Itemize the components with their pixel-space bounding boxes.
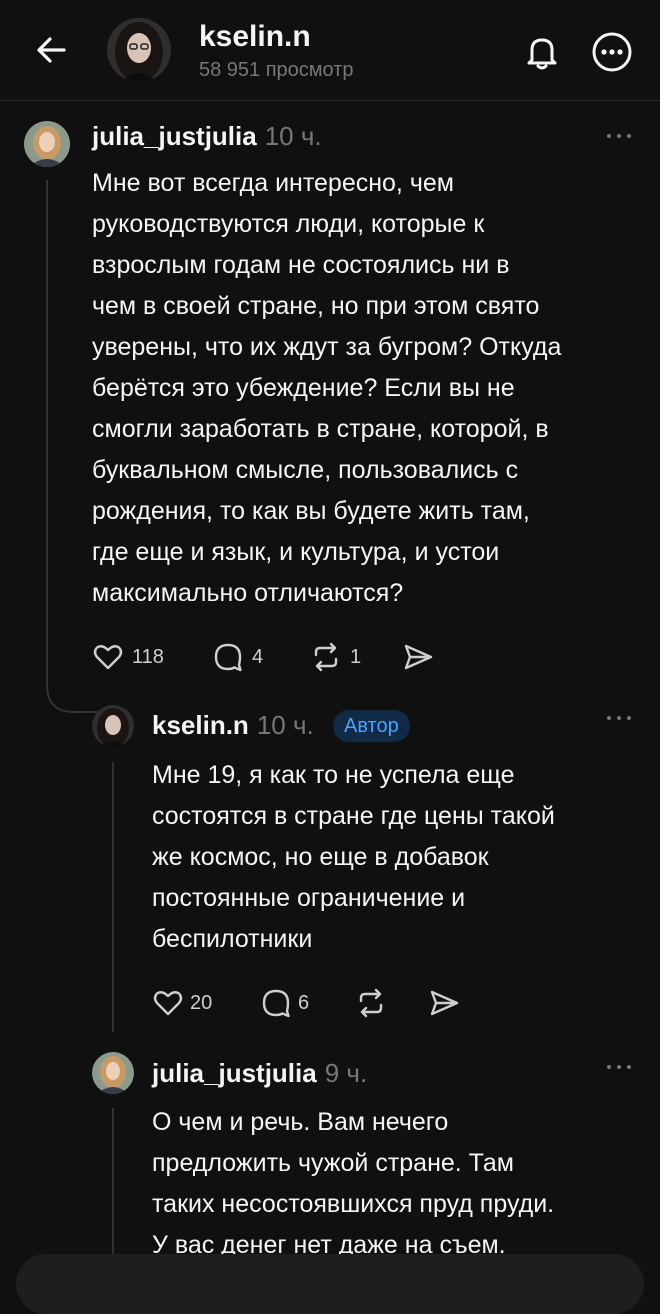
comment-username[interactable]: julia_justjulia	[92, 121, 257, 151]
share-button[interactable]	[402, 637, 442, 677]
comment-more-icon[interactable]	[604, 126, 634, 146]
comment-actions: 20 6	[152, 983, 472, 1023]
comment-more-icon[interactable]	[604, 708, 634, 728]
comment-time: 9 ч.	[324, 1058, 368, 1088]
repost-button[interactable]: 1	[310, 637, 380, 677]
repost-count: 1	[350, 646, 362, 668]
reply-button[interactable]: 6	[260, 983, 330, 1023]
reply-count: 4	[252, 646, 264, 668]
reply-button[interactable]: 4	[212, 637, 282, 677]
commenter-avatar[interactable]	[24, 121, 70, 167]
author-avatar[interactable]	[107, 18, 171, 82]
comment-icon	[214, 643, 242, 672]
author-badge: Автор	[333, 710, 410, 742]
header-username[interactable]: kselin.n	[199, 20, 311, 54]
comment-more-icon[interactable]	[604, 1057, 634, 1077]
back-arrow-icon[interactable]	[30, 28, 74, 72]
repost-icon	[314, 642, 338, 672]
more-options-icon[interactable]	[590, 30, 634, 74]
comment-header: kselin.n 10 ч.	[152, 710, 314, 740]
commenter-avatar[interactable]	[92, 705, 134, 747]
heart-icon	[153, 991, 183, 1016]
repost-icon	[359, 988, 383, 1018]
reply-count: 6	[298, 992, 310, 1014]
send-icon	[430, 990, 459, 1016]
top-bar: kselin.n 58 951 просмотр	[0, 0, 660, 101]
comment-header: julia_justjulia 10 ч.	[92, 121, 322, 151]
comment-header: julia_justjulia 9 ч.	[152, 1058, 367, 1088]
comment-icon	[262, 989, 290, 1018]
comment-time: 10 ч.	[264, 121, 322, 151]
repost-button[interactable]	[355, 983, 395, 1023]
thread-line	[112, 762, 114, 1032]
bell-icon[interactable]	[520, 30, 564, 74]
comment-text: О чем и речь. Вам нечего предложить чужо…	[152, 1108, 555, 1259]
like-button[interactable]: 20	[152, 983, 232, 1023]
comment-username[interactable]: kselin.n	[152, 710, 249, 740]
send-icon	[404, 644, 433, 670]
comment-text: Мне 19, я как то не успела еще состоятся…	[152, 761, 555, 953]
like-count: 118	[132, 646, 164, 668]
commenter-avatar[interactable]	[92, 1052, 134, 1094]
comment-text: Мне вот всегда интересно, чем руководств…	[92, 169, 562, 607]
thread-connector	[46, 180, 98, 713]
like-count: 20	[190, 992, 213, 1014]
like-button[interactable]: 118	[92, 637, 182, 677]
comment-actions: 118 4 1	[92, 637, 452, 677]
comment-username[interactable]: julia_justjulia	[152, 1058, 317, 1088]
comment-time: 10 ч.	[256, 710, 314, 740]
share-button[interactable]	[428, 983, 468, 1023]
view-count: 58 951 просмотр	[199, 59, 354, 81]
reply-input-bar[interactable]	[16, 1254, 644, 1314]
